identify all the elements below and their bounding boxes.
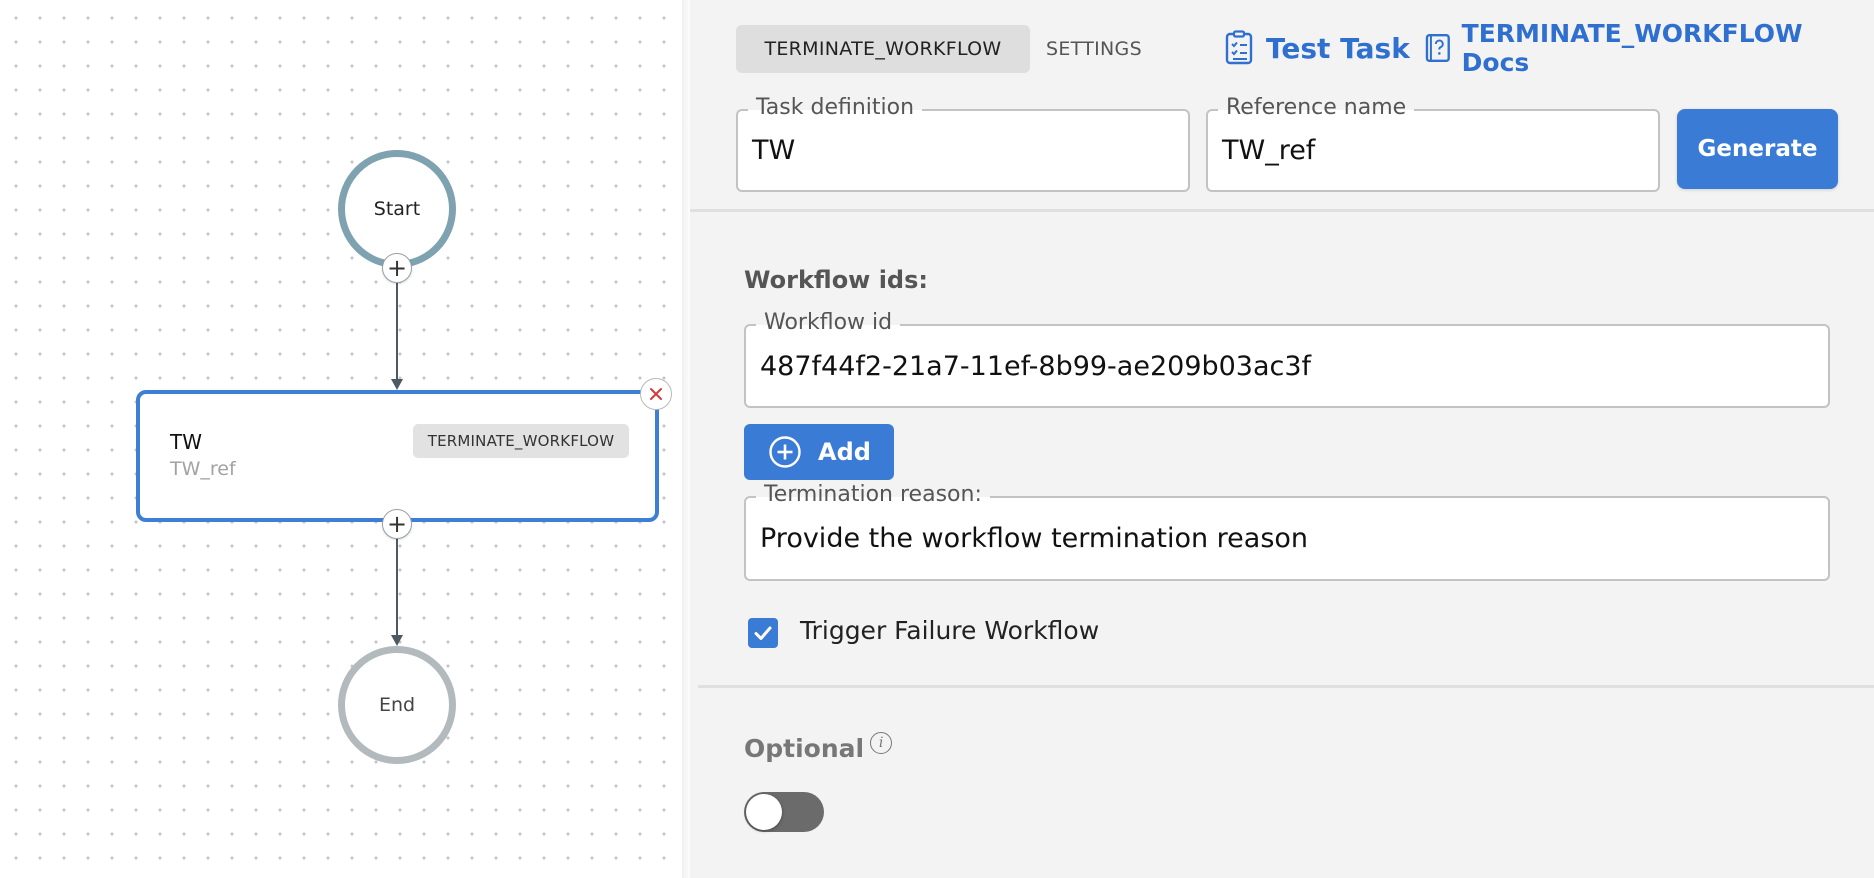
info-icon[interactable]: i: [870, 731, 893, 754]
plus-circle-icon: [769, 436, 801, 468]
task-definition-value: TW: [752, 135, 796, 166]
workflow-ids-heading: Workflow ids:: [744, 266, 928, 294]
reference-name-field[interactable]: Reference name TW_ref: [1206, 95, 1660, 192]
task-node-type-badge: TERMINATE_WORKFLOW: [413, 424, 629, 458]
header-divider: [690, 209, 1874, 212]
add-task-after-start-button[interactable]: +: [382, 253, 412, 283]
end-node-label: End: [378, 694, 416, 716]
tab-terminate-workflow[interactable]: TERMINATE_WORKFLOW: [736, 25, 1030, 73]
trigger-failure-checkbox[interactable]: [748, 618, 778, 648]
task-definition-field[interactable]: Task definition TW: [736, 95, 1190, 192]
tab-settings[interactable]: SETTINGS: [1046, 25, 1142, 73]
termination-reason-value: Provide the workflow termination reason: [760, 523, 1309, 554]
workflow-id-value: 487f44f2-21a7-11ef-8b99-ae209b03ac3f: [760, 350, 1312, 382]
trigger-failure-label: Trigger Failure Workflow: [800, 616, 1100, 645]
generate-button[interactable]: Generate: [1677, 109, 1838, 189]
docs-link[interactable]: TERMINATE_WORKFLOW Docs: [1424, 19, 1874, 77]
optional-label: Optional: [744, 734, 865, 763]
task-node-name: TW: [170, 430, 202, 454]
toggle-knob: [746, 794, 782, 830]
task-node-tw[interactable]: TW TW_ref TERMINATE_WORKFLOW: [136, 390, 659, 522]
checkmark-icon: [754, 626, 772, 640]
optional-toggle[interactable]: [744, 792, 824, 832]
add-task-after-tw-button[interactable]: +: [382, 509, 412, 539]
start-node-label: Start: [373, 198, 421, 220]
add-workflow-id-button[interactable]: Add: [744, 424, 894, 480]
checklist-icon: [1225, 30, 1253, 65]
edge-arrow-task-to-end: [391, 635, 403, 646]
edge-arrow-start-to-task: [391, 379, 403, 390]
workflow-canvas[interactable]: Start + TW TW_ref TERMINATE_WORKFLOW + E…: [0, 0, 686, 878]
workflow-id-field[interactable]: Workflow id 487f44f2-21a7-11ef-8b99-ae20…: [744, 310, 1830, 408]
optional-row: Optional i: [744, 731, 893, 763]
docs-label: TERMINATE_WORKFLOW Docs: [1461, 19, 1803, 77]
close-icon: [650, 388, 662, 400]
termination-reason-field[interactable]: Termination reason: Provide the workflow…: [744, 482, 1830, 581]
test-task-link[interactable]: Test Task: [1224, 26, 1410, 70]
section-divider: [698, 685, 1874, 688]
test-task-label: Test Task: [1266, 31, 1410, 65]
reference-name-value: TW_ref: [1222, 135, 1316, 166]
end-node[interactable]: End: [338, 646, 456, 764]
docs-book-icon: [1425, 33, 1450, 63]
edge-task-to-end: [396, 524, 398, 641]
edge-start-to-task: [396, 283, 398, 385]
task-config-panel: TERMINATE_WORKFLOW SETTINGS Test Task TE…: [690, 0, 1874, 878]
add-label: Add: [818, 438, 871, 466]
remove-task-button[interactable]: [640, 378, 672, 410]
task-node-ref: TW_ref: [170, 458, 236, 480]
start-node[interactable]: Start: [338, 150, 456, 268]
